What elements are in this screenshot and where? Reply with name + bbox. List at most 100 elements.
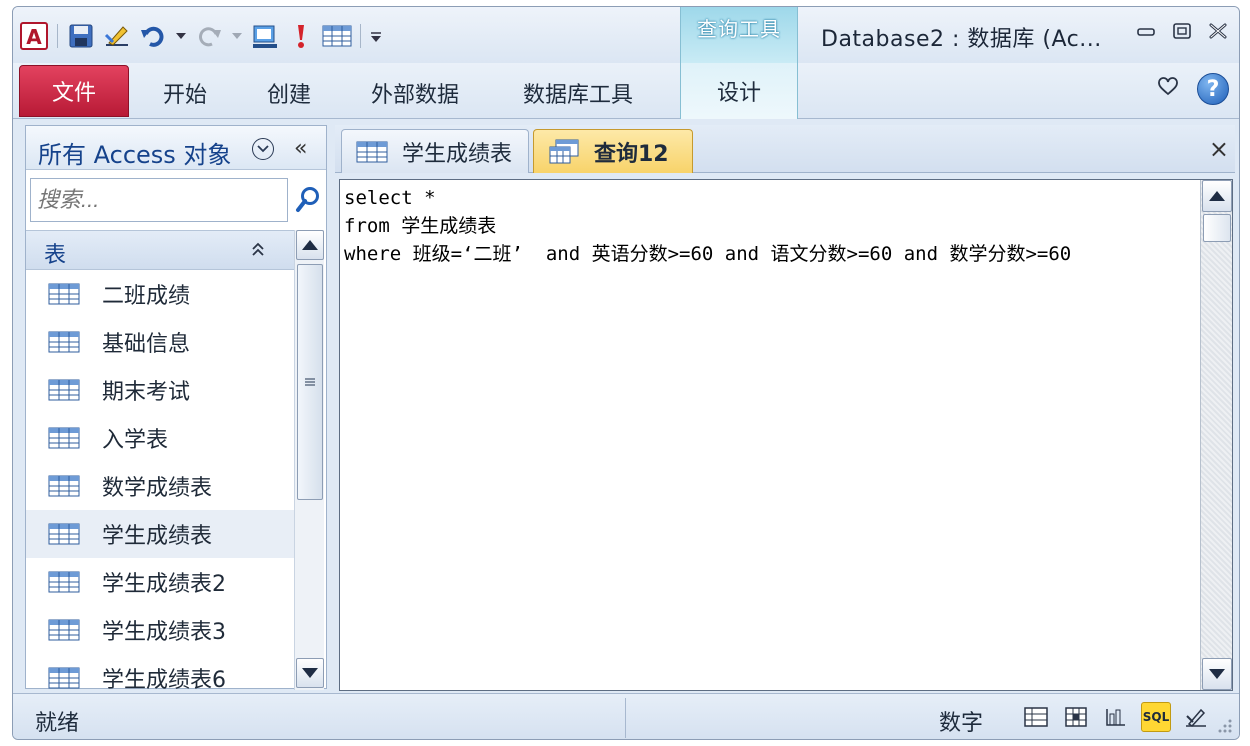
sql-line: select * [344, 187, 436, 209]
minimize-icon[interactable] [1135, 21, 1157, 41]
editor-scrollbar[interactable] [1200, 180, 1232, 690]
ribbon-right-controls: ? [1157, 73, 1229, 105]
status-bar: 就绪 数字 SQL [13, 693, 1239, 739]
customize-qat-icon[interactable] [369, 21, 383, 51]
numlock-indicator: 数字 [939, 711, 984, 736]
undo-icon[interactable] [138, 21, 168, 51]
sql-line: from 学生成绩表 [344, 215, 497, 237]
table-icon [356, 141, 388, 162]
scroll-up-icon[interactable] [296, 230, 324, 260]
undo-dropdown-icon[interactable] [174, 21, 188, 51]
table-view-icon[interactable] [322, 21, 352, 51]
table-icon [48, 619, 80, 641]
view-icon[interactable] [250, 21, 280, 51]
pivot-table-view-icon[interactable] [1061, 702, 1091, 732]
redo-icon [194, 21, 224, 51]
access-window: A 查询工具 Database2: 数据库 (Ac... 文件 开始 创建 外… [12, 6, 1240, 740]
list-item-label: 二班成绩 [102, 284, 191, 309]
list-item[interactable]: 基础信息 [26, 318, 294, 366]
qat-separator [360, 24, 361, 48]
nav-scrollbar[interactable] [294, 230, 324, 690]
window-title: Database2 : 数据库 (Ac... [821, 27, 1102, 52]
search-icon[interactable] [292, 182, 324, 218]
svg-text:A: A [26, 25, 42, 49]
document-tab-strip: 学生成绩表 查询12 × [335, 125, 1235, 173]
minimize-ribbon-icon[interactable] [1157, 77, 1179, 101]
access-logo-icon[interactable]: A [19, 21, 49, 51]
query-icon [549, 139, 579, 163]
help-icon[interactable]: ? [1197, 73, 1229, 105]
nav-search-input[interactable] [30, 178, 288, 222]
tab-home[interactable]: 开始 [163, 77, 207, 109]
table-icon [48, 475, 80, 497]
group-title: 表 [44, 243, 67, 268]
scroll-thumb[interactable] [1203, 214, 1231, 242]
list-item-label: 期末考试 [102, 380, 191, 405]
tables-group-header[interactable]: 表 [26, 230, 294, 270]
status-divider [625, 698, 626, 738]
scroll-down-icon[interactable] [296, 658, 324, 688]
scroll-thumb[interactable] [297, 264, 323, 500]
nav-pane-title: 所有 Access 对象 [38, 141, 232, 169]
table-icon [48, 523, 80, 545]
doc-tab-label: 查询12 [594, 141, 669, 167]
tab-create[interactable]: 创建 [267, 77, 311, 109]
tab-database-tools[interactable]: 数据库工具 [523, 77, 633, 109]
ribbon-tab-bar: 文件 开始 创建 外部数据 数据库工具 设计 ? [13, 63, 1239, 119]
quick-access-toolbar: A [19, 19, 383, 53]
redo-dropdown-icon [230, 21, 244, 51]
scroll-up-icon[interactable] [1202, 180, 1232, 212]
restore-icon[interactable] [1171, 21, 1193, 41]
list-item-label: 学生成绩表6 [102, 668, 226, 690]
list-item[interactable]: 数学成绩表 [26, 462, 294, 510]
tab-external-data[interactable]: 外部数据 [371, 77, 459, 109]
qat-separator [57, 24, 58, 48]
document-area: 学生成绩表 查询12 × select * from 学生成绩表 where 班级=… [335, 125, 1235, 691]
list-item[interactable]: 入学表 [26, 414, 294, 462]
design-view-icon[interactable] [1181, 702, 1211, 732]
list-item-label: 数学成绩表 [102, 476, 213, 501]
window-controls [1135, 21, 1229, 41]
query-tools-context-header: 查询工具 [680, 7, 798, 63]
sql-editor[interactable]: select * from 学生成绩表 where 班级=‘二班’ and 英语分数… [339, 179, 1233, 691]
collapse-pane-icon[interactable]: « [294, 136, 307, 161]
list-item[interactable]: 学生成绩表6 [26, 654, 294, 690]
list-item-label: 学生成绩表 [102, 524, 213, 549]
doc-tab-student-scores[interactable]: 学生成绩表 [341, 129, 529, 173]
view-switcher: SQL [1021, 702, 1211, 732]
nav-pane-header[interactable]: 所有 Access 对象 « [26, 126, 326, 170]
list-item[interactable]: 期末考试 [26, 366, 294, 414]
table-icon [48, 571, 80, 593]
sql-text[interactable]: select * from 学生成绩表 where 班级=‘二班’ and 英语分数… [344, 184, 1194, 268]
save-icon[interactable] [66, 21, 96, 51]
list-item[interactable]: 学生成绩表2 [26, 558, 294, 606]
table-list: 二班成绩 基础信息 期末考试 入学表 数学成绩表 学生成绩表 学生成绩表2 学生… [26, 270, 294, 690]
sql-view-button[interactable]: SQL [1141, 702, 1171, 732]
chevron-down-icon[interactable] [252, 138, 274, 160]
pivot-chart-view-icon[interactable] [1101, 702, 1131, 732]
list-item-label: 学生成绩表3 [102, 620, 226, 645]
list-item-label: 入学表 [102, 428, 169, 453]
doc-tab-label: 学生成绩表 [402, 141, 513, 167]
table-icon [48, 379, 80, 401]
list-item-label: 基础信息 [102, 332, 191, 357]
chevron-up-icon[interactable] [250, 241, 266, 262]
doc-tab-query12[interactable]: 查询12 [533, 129, 693, 173]
status-text: 就绪 [35, 711, 80, 736]
run-exclamation-icon[interactable] [286, 21, 316, 51]
scroll-down-icon[interactable] [1202, 658, 1232, 690]
tab-design[interactable]: 设计 [680, 63, 798, 119]
list-item-selected[interactable]: 学生成绩表 [26, 510, 294, 558]
title-bar: A 查询工具 Database2: 数据库 (Ac... [13, 7, 1239, 63]
datasheet-view-icon[interactable] [1021, 702, 1051, 732]
resize-grip-icon[interactable] [1213, 714, 1233, 734]
close-window-icon[interactable] [1207, 21, 1229, 41]
list-item[interactable]: 二班成绩 [26, 270, 294, 318]
list-item[interactable]: 学生成绩表3 [26, 606, 294, 654]
tab-file[interactable]: 文件 [19, 65, 129, 117]
close-document-icon[interactable]: × [1209, 135, 1229, 163]
list-item-label: 学生成绩表2 [102, 572, 226, 597]
navigation-pane: 所有 Access 对象 « 表 二班成绩 基础信息 [25, 125, 327, 690]
design-pencil-icon[interactable] [102, 21, 132, 51]
table-icon [48, 667, 80, 689]
